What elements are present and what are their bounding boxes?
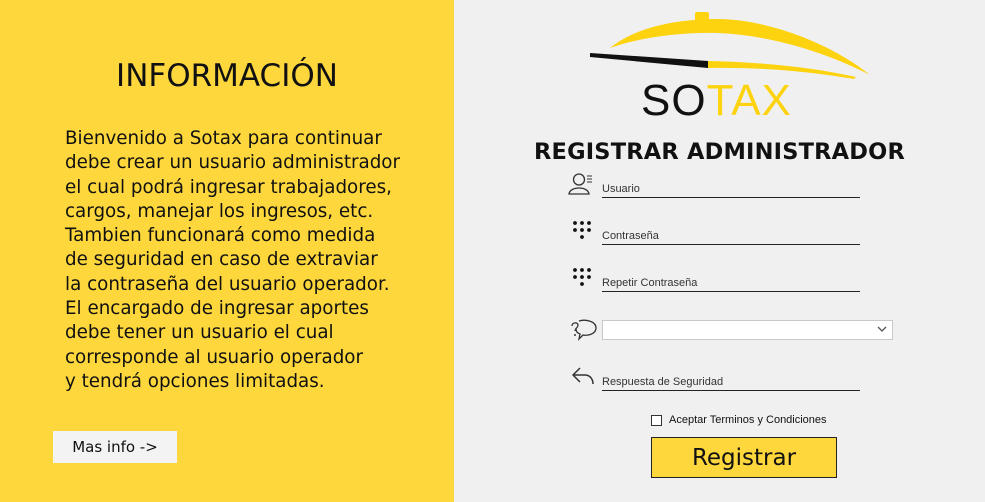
terms-row: Aceptar Terminos y Condiciones bbox=[651, 414, 827, 426]
info-title: INFORMACIÓN bbox=[116, 58, 338, 94]
logo-wordmark: SOTAX bbox=[641, 76, 792, 126]
more-info-button[interactable]: Mas info -> bbox=[53, 431, 177, 463]
chevron-down-icon[interactable] bbox=[876, 323, 888, 335]
form-title: REGISTRAR ADMINISTRADOR bbox=[533, 139, 906, 165]
question-bubble-icon bbox=[571, 319, 597, 341]
info-text: Bienvenido a Sotax para continuar debe c… bbox=[65, 128, 401, 392]
logo-text-tax: TAX bbox=[706, 76, 792, 125]
password-input[interactable] bbox=[602, 228, 860, 245]
reply-arrow-icon bbox=[572, 367, 594, 385]
keypad-dots-icon bbox=[573, 268, 591, 286]
register-button[interactable]: Registrar bbox=[651, 437, 837, 478]
keypad-dots-icon bbox=[573, 221, 591, 239]
user-icon bbox=[568, 173, 592, 195]
terms-label: Aceptar Terminos y Condiciones bbox=[669, 414, 827, 426]
security-question-select[interactable] bbox=[602, 320, 893, 340]
terms-checkbox[interactable] bbox=[651, 414, 662, 426]
username-input[interactable] bbox=[602, 181, 860, 198]
repeat-password-input[interactable] bbox=[602, 275, 860, 292]
logo-text-so: SO bbox=[641, 76, 707, 125]
info-panel: INFORMACIÓN Bienvenido a Sotax para cont… bbox=[0, 0, 454, 502]
security-answer-input[interactable] bbox=[602, 374, 860, 391]
